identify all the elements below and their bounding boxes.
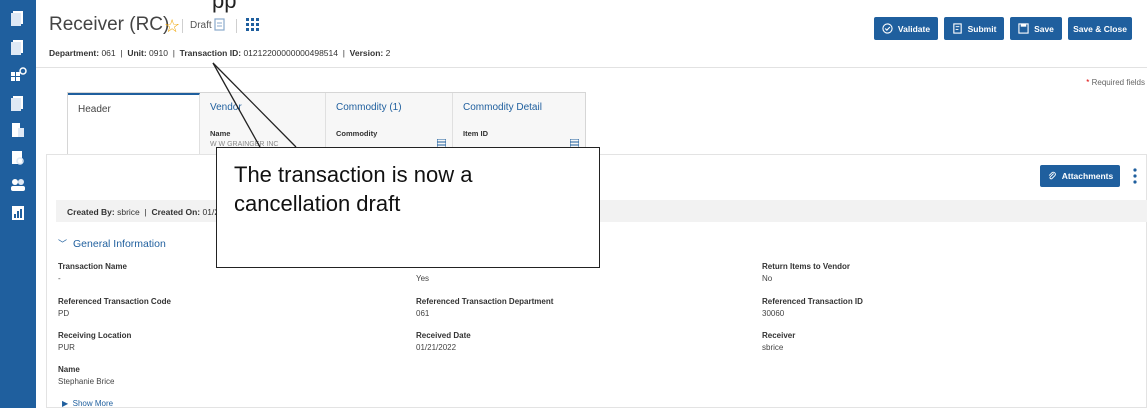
validate-button[interactable]: Validate: [874, 17, 938, 40]
save-label: Save: [1034, 23, 1054, 34]
created-info: Created By: sbrice | Created On: 01/21: [67, 207, 224, 217]
info-separator: |: [144, 207, 147, 217]
more-options-icon[interactable]: [1133, 168, 1137, 184]
apps-grid-icon[interactable]: [246, 18, 260, 32]
received-date-value: 01/21/2022: [416, 343, 457, 352]
transaction-name-label: Transaction Name: [58, 262, 127, 271]
ref-id-value: 30060: [762, 309, 785, 318]
required-fields-note: * Required fields: [1086, 78, 1145, 87]
required-asterisk: *: [1086, 78, 1090, 87]
general-information-section-toggle[interactable]: ﹀ General Information: [58, 237, 166, 250]
paperclip-icon: [1048, 171, 1056, 180]
item-id-label: Item ID: [463, 129, 489, 138]
created-by-label: Created By:: [67, 207, 115, 217]
ref-id-label: Referenced Transaction ID: [762, 297, 863, 306]
submit-label: Submit: [967, 23, 997, 34]
tab-vendor[interactable]: Vendor Name W W GRAINGER INC: [200, 93, 326, 154]
vendor-name-label: Name: [210, 129, 231, 138]
tab-header[interactable]: Header: [68, 93, 200, 154]
return-items-label: Return Items to Vendor: [762, 262, 851, 271]
version-value: 2: [385, 48, 391, 58]
show-more-link[interactable]: ▶ Show More: [62, 399, 113, 408]
name-value: Stephanie Brice: [58, 377, 115, 386]
ref-code-value: PD: [58, 309, 70, 318]
annotation-callout-text: The transaction is now a cancellation dr…: [234, 162, 473, 216]
header-divider-line: [36, 67, 1147, 68]
receiver-label: Receiver: [762, 331, 796, 340]
attachments-button[interactable]: Attachments: [1040, 165, 1120, 187]
check-circle-icon: [882, 23, 893, 34]
chevron-down-icon: ﹀: [58, 239, 68, 249]
tab-commodity[interactable]: Commodity (1) Commodity: [326, 93, 453, 154]
name-label: Name: [58, 365, 80, 374]
transaction-info-line: Department: 061 | Unit: 0910 | Transacti…: [49, 48, 390, 58]
tab-header-label: Header: [78, 104, 111, 115]
submit-button[interactable]: Submit: [944, 17, 1004, 40]
save-close-button[interactable]: Save & Close: [1068, 17, 1132, 40]
receiving-location-value: PUR: [58, 343, 75, 352]
receiver-app: pp Receiver (RC) ☆ Draft Department: 061…: [0, 0, 1147, 408]
transaction-id-label: Transaction ID:: [179, 48, 242, 58]
section-tabs: Header Vendor Name W W GRAINGER INC Comm…: [67, 92, 586, 155]
save-disk-icon: [1018, 23, 1029, 34]
reports-nav-icon[interactable]: [8, 120, 28, 140]
unit-value: 0910: [149, 48, 168, 58]
header-divider: [182, 19, 183, 33]
draft-status-icon[interactable]: [214, 18, 226, 32]
people-nav-icon[interactable]: [8, 175, 28, 195]
tab-vendor-label: Vendor: [210, 102, 242, 113]
received-date-label: Received Date: [416, 331, 471, 340]
ref-dept-label: Referenced Transaction Department: [416, 297, 554, 306]
analytics-nav-icon[interactable]: [8, 203, 28, 223]
return-items-value: No: [762, 274, 773, 283]
page-title: Receiver (RC): [49, 14, 170, 35]
department-label: Department:: [49, 48, 100, 58]
show-more-label: Show More: [72, 399, 114, 408]
ref-dept-value: 061: [416, 309, 430, 318]
created-by-value: sbrice: [117, 207, 140, 217]
ref-code-label: Referenced Transaction Code: [58, 297, 171, 306]
save-button[interactable]: Save: [1010, 17, 1062, 40]
caret-right-icon: ▶: [62, 399, 69, 408]
unit-label: Unit:: [127, 48, 147, 58]
dashboard-nav-icon[interactable]: [8, 66, 28, 86]
document-nav-icon[interactable]: [8, 8, 28, 28]
documents-nav-icon[interactable]: [8, 37, 28, 57]
info-separator: |: [342, 48, 345, 58]
left-nav-rail: [0, 0, 36, 408]
section-title: General Information: [73, 238, 166, 250]
created-on-label: Created On:: [151, 207, 201, 217]
receiving-location-label: Receiving Location: [58, 331, 132, 340]
tab-commodity-detail-label: Commodity Detail: [463, 102, 542, 113]
favorite-star-icon[interactable]: ☆: [164, 16, 180, 37]
receiver-value: sbrice: [762, 343, 784, 352]
validate-label: Validate: [897, 23, 931, 34]
required-fields-label: Required fields: [1091, 78, 1145, 87]
header-divider: [236, 19, 237, 33]
version-label: Version:: [349, 48, 384, 58]
clipped-top-text: pp: [212, 0, 237, 13]
search-docs-nav-icon[interactable]: [8, 148, 28, 168]
tab-commodity-label: Commodity (1): [336, 102, 402, 113]
save-close-label: Save & Close: [1073, 23, 1127, 34]
commodity-label: Commodity: [336, 129, 378, 138]
department-value: 061: [101, 48, 116, 58]
info-separator: |: [172, 48, 175, 58]
transaction-name-value: -: [58, 274, 61, 283]
partial-receipts-value: Yes: [416, 274, 430, 283]
submit-doc-icon: [952, 23, 962, 34]
tab-commodity-detail[interactable]: Commodity Detail Item ID: [453, 93, 585, 154]
attachments-label: Attachments: [1061, 171, 1114, 181]
status-label: Draft: [190, 20, 212, 31]
transaction-id-value: 01212200000000498514: [243, 48, 338, 58]
info-separator: |: [120, 48, 123, 58]
records-nav-icon[interactable]: [8, 93, 28, 113]
